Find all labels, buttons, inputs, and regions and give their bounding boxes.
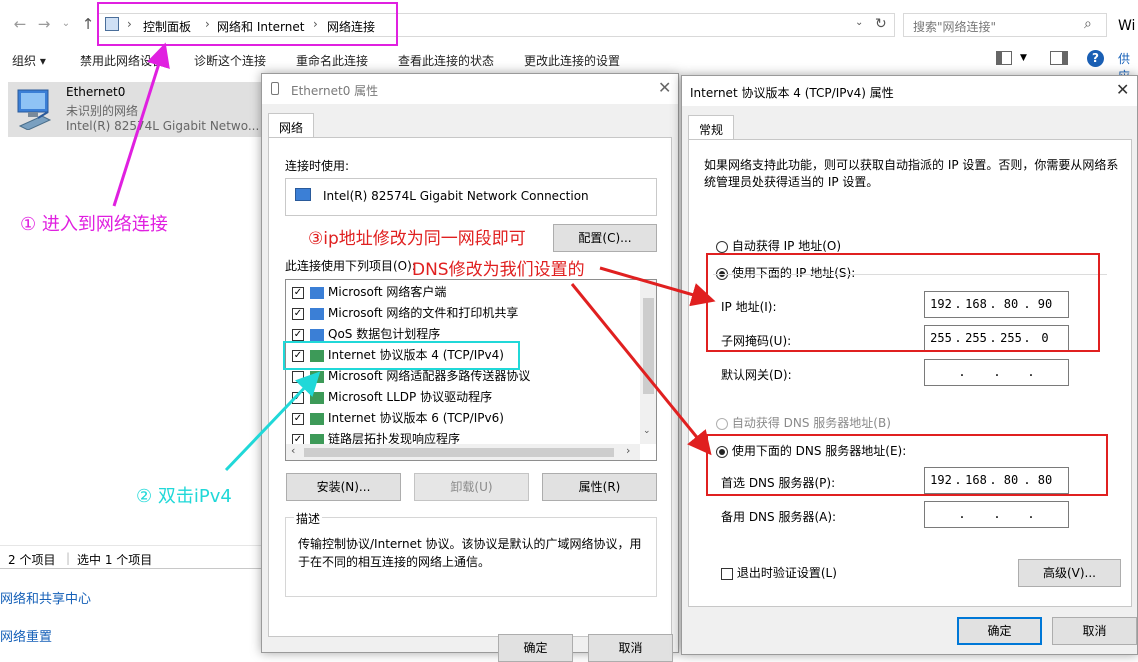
step3b-annotation: DNS修改为我们设置的 <box>412 260 585 280</box>
annotation-arrows <box>112 42 716 472</box>
step1-arrow <box>112 42 170 207</box>
step1-annotation: ① 进入到网络连接 <box>20 214 168 235</box>
step3-ip-arrow <box>599 266 716 307</box>
step2-arrow <box>224 371 321 472</box>
step3-dns-arrow <box>570 283 712 456</box>
step2-annotation: ② 双击iPv4 <box>136 486 232 507</box>
step3-annotation: ③ip地址修改为同一网段即可 <box>308 229 526 249</box>
